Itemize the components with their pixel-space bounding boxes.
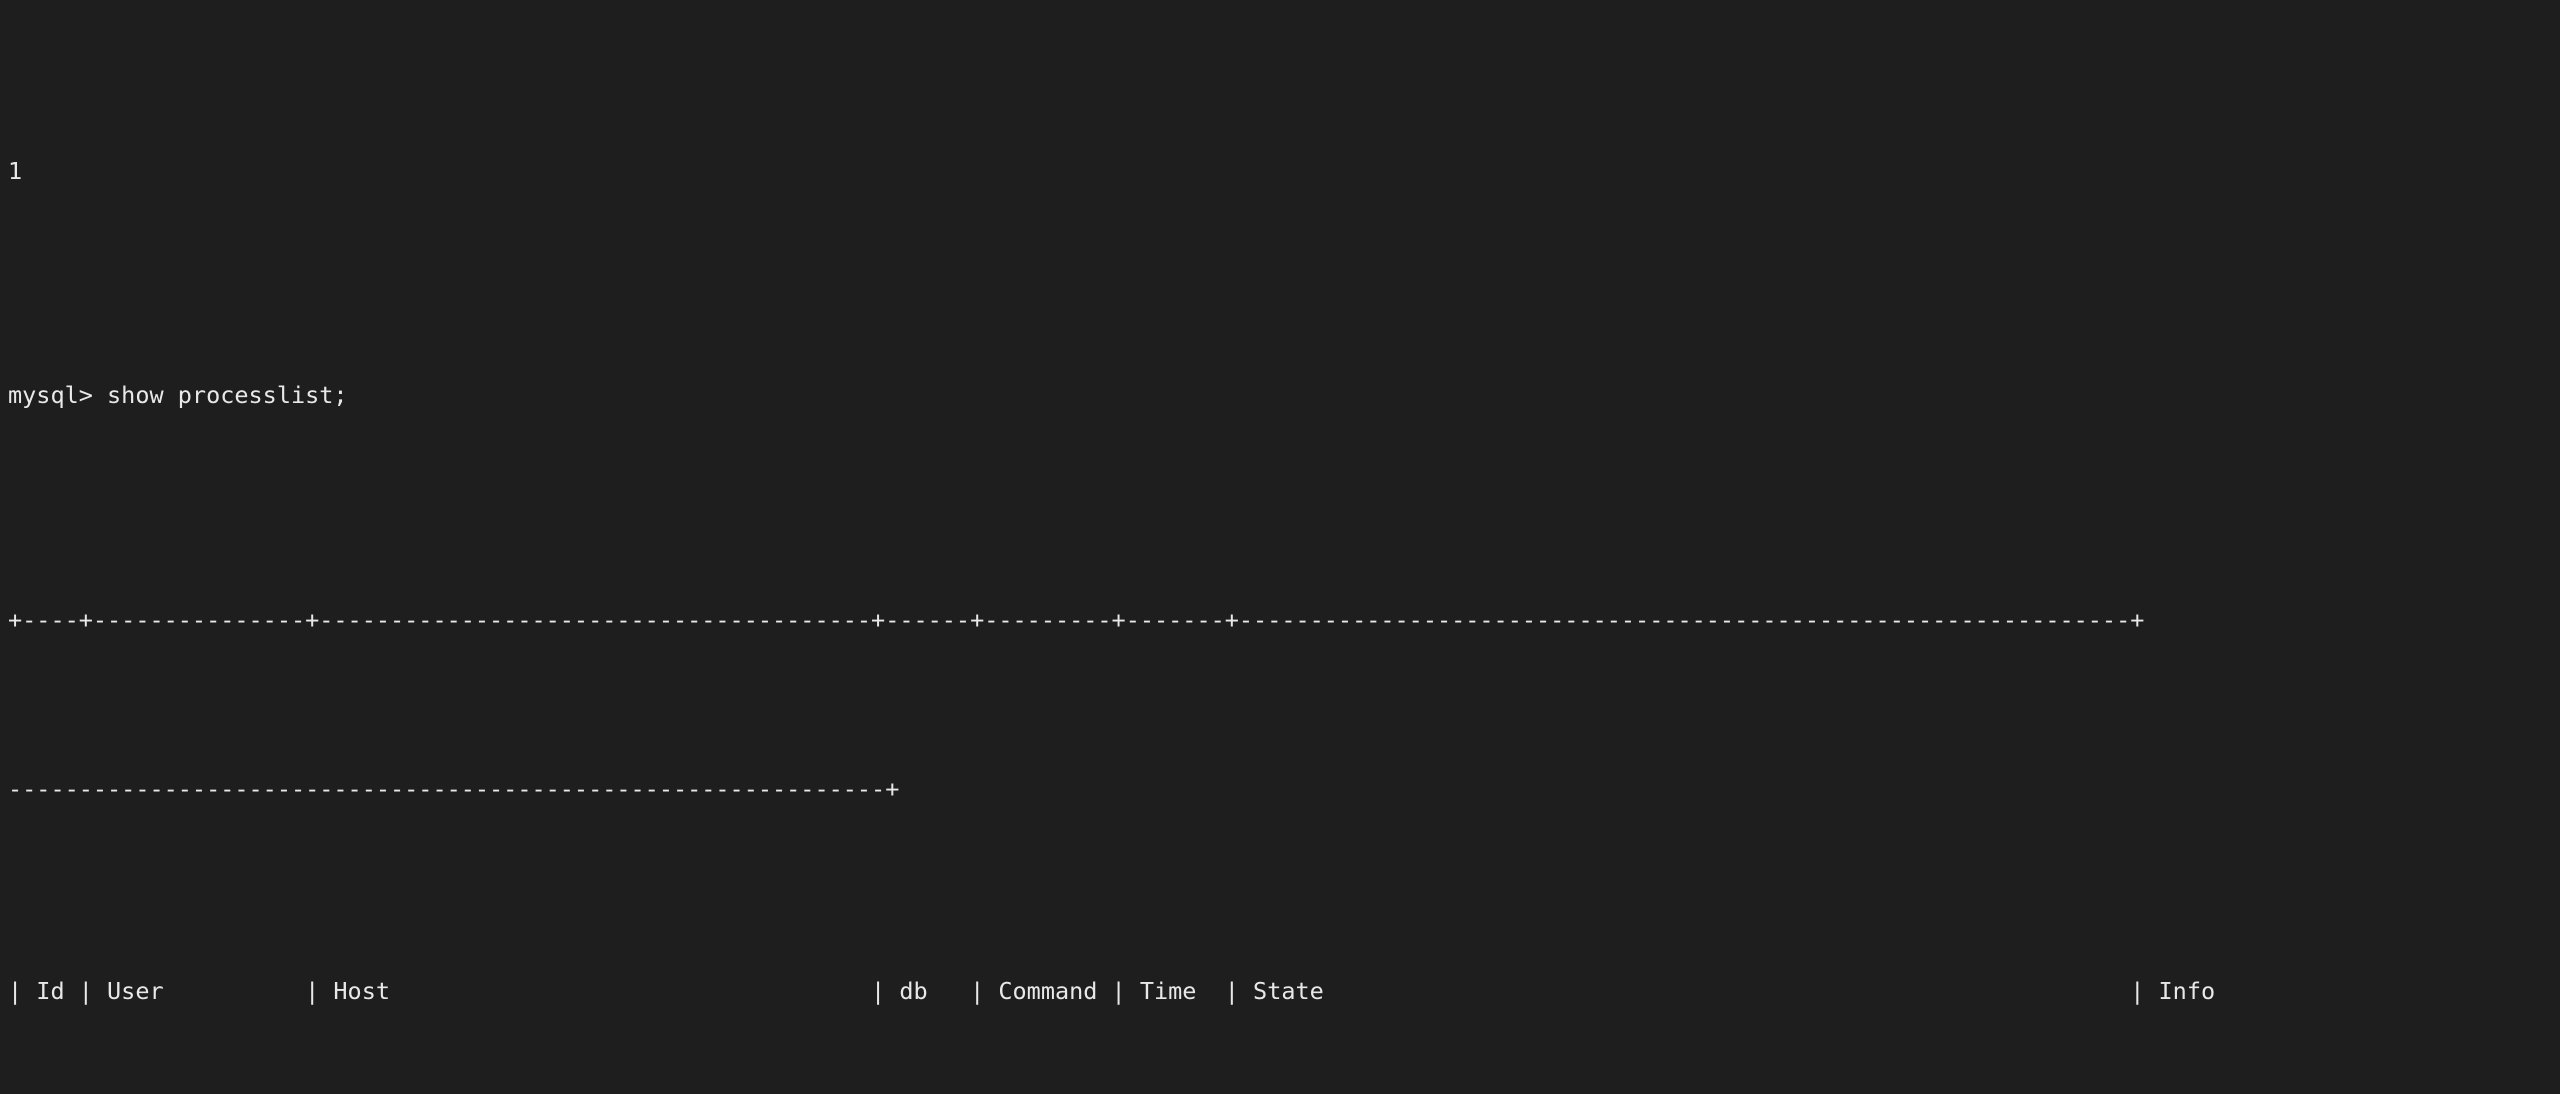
table-header-row: | Id | User | Host | db | Command | Time…: [8, 977, 2216, 1006]
terminal-screen: 1 mysql> show processlist; +----+-------…: [8, 0, 2560, 1094]
terminal-window[interactable]: 1 mysql> show processlist; +----+-------…: [0, 0, 2560, 1094]
table-separator-top-wrap: ----------------------------------------…: [8, 774, 900, 803]
prompt-line: mysql> show processlist;: [8, 381, 348, 410]
partial-scrollback-char: 1: [8, 156, 23, 185]
table-separator-top: +----+---------------+------------------…: [8, 606, 2145, 635]
